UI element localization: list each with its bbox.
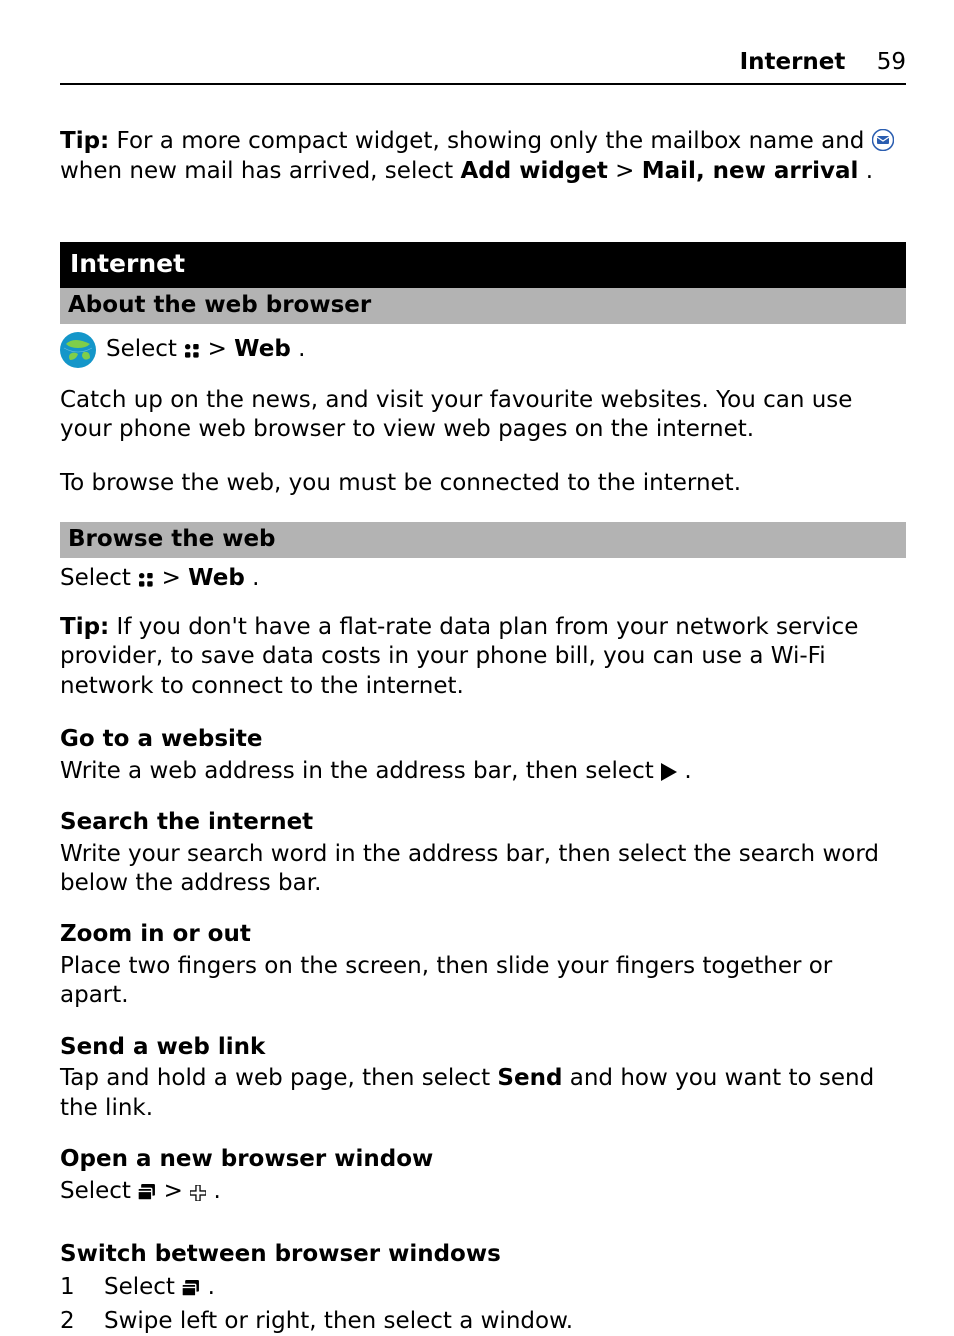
- section-title: Internet: [70, 249, 185, 278]
- browse-tip: Tip: If you don't have a flat-rate data …: [60, 613, 906, 701]
- about-select-word: Select: [106, 336, 184, 362]
- about-title: About the web browser: [68, 292, 371, 318]
- newwin-select-word: Select: [60, 1178, 138, 1204]
- apps-icon: [138, 572, 154, 588]
- tip-bold-2: Mail, new arrival: [642, 158, 859, 184]
- browse-select-word: Select: [60, 565, 138, 591]
- step-body: Select .: [104, 1273, 215, 1302]
- sendlink-before: Tap and hold a web page, then select: [60, 1065, 497, 1091]
- browse-select-line: Select > Web .: [60, 564, 906, 593]
- browse-gt: >: [162, 565, 189, 591]
- section-title-bar: Internet: [60, 242, 906, 288]
- tip-period: .: [866, 158, 873, 184]
- step-number: 2: [60, 1307, 80, 1336]
- about-period: .: [298, 336, 305, 362]
- goto-period: .: [684, 758, 691, 784]
- about-p1: Catch up on the news, and visit your fav…: [60, 386, 906, 445]
- tip-text-2: when new mail has arrived, select: [60, 158, 460, 184]
- about-gt: >: [208, 336, 235, 362]
- step-number: 1: [60, 1273, 80, 1302]
- step1-period: .: [208, 1274, 215, 1300]
- browse-tip-label: Tip:: [60, 614, 109, 640]
- newwin-period: .: [213, 1178, 220, 1204]
- tip-label: Tip:: [60, 128, 109, 154]
- play-icon: [661, 763, 677, 781]
- search-body: Write your search word in the address ba…: [60, 840, 906, 899]
- goto-body: Write a web address in the address bar, …: [60, 757, 906, 786]
- windows-icon: [138, 1184, 156, 1201]
- step-body: Swipe left or right, then select a windo…: [104, 1307, 573, 1336]
- browse-title: Browse the web: [68, 526, 276, 552]
- zoom-title: Zoom in or out: [60, 920, 906, 949]
- about-select-text: Select > Web .: [106, 335, 305, 364]
- goto-title: Go to a website: [60, 725, 906, 754]
- apps-icon: [184, 343, 200, 359]
- sendlink-body: Tap and hold a web page, then select Sen…: [60, 1064, 906, 1123]
- windows-icon: [182, 1280, 200, 1297]
- sendlink-title: Send a web link: [60, 1033, 906, 1062]
- about-title-bar: About the web browser: [60, 288, 906, 323]
- step1-before: Select: [104, 1274, 182, 1300]
- about-web-label: Web: [234, 336, 291, 362]
- tip-paragraph: Tip: For a more compact widget, showing …: [60, 127, 906, 186]
- globe-icon: [60, 332, 96, 368]
- goto-body-before: Write a web address in the address bar, …: [60, 758, 661, 784]
- page-number: 59: [877, 49, 906, 75]
- list-item: 2 Swipe left or right, then select a win…: [60, 1307, 906, 1336]
- page-header: Internet 59: [60, 48, 906, 85]
- tip-text-1: For a more compact widget, showing only …: [117, 128, 872, 154]
- browse-tip-body: If you don't have a flat-rate data plan …: [60, 614, 858, 699]
- document-page: Internet 59 Tip: For a more compact widg…: [0, 0, 954, 1258]
- tip-bold-1: Add widget: [460, 158, 607, 184]
- sendlink-send-label: Send: [497, 1065, 562, 1091]
- plus-icon: [190, 1185, 206, 1201]
- list-item: 1 Select .: [60, 1273, 906, 1302]
- newwin-body: Select > .: [60, 1177, 906, 1206]
- about-select-line: Select > Web .: [60, 332, 906, 368]
- search-title: Search the internet: [60, 808, 906, 837]
- mail-icon: [872, 129, 894, 151]
- browse-title-bar: Browse the web: [60, 522, 906, 557]
- browse-period: .: [252, 565, 259, 591]
- browse-web-label: Web: [188, 565, 245, 591]
- newwin-gt: >: [164, 1178, 191, 1204]
- zoom-body: Place two fingers on the screen, then sl…: [60, 952, 906, 1011]
- about-p2: To browse the web, you must be connected…: [60, 469, 906, 498]
- header-section: Internet: [740, 49, 846, 75]
- switch-title: Switch between browser windows: [60, 1240, 906, 1269]
- newwin-title: Open a new browser window: [60, 1145, 906, 1174]
- tip-gt: >: [615, 158, 642, 184]
